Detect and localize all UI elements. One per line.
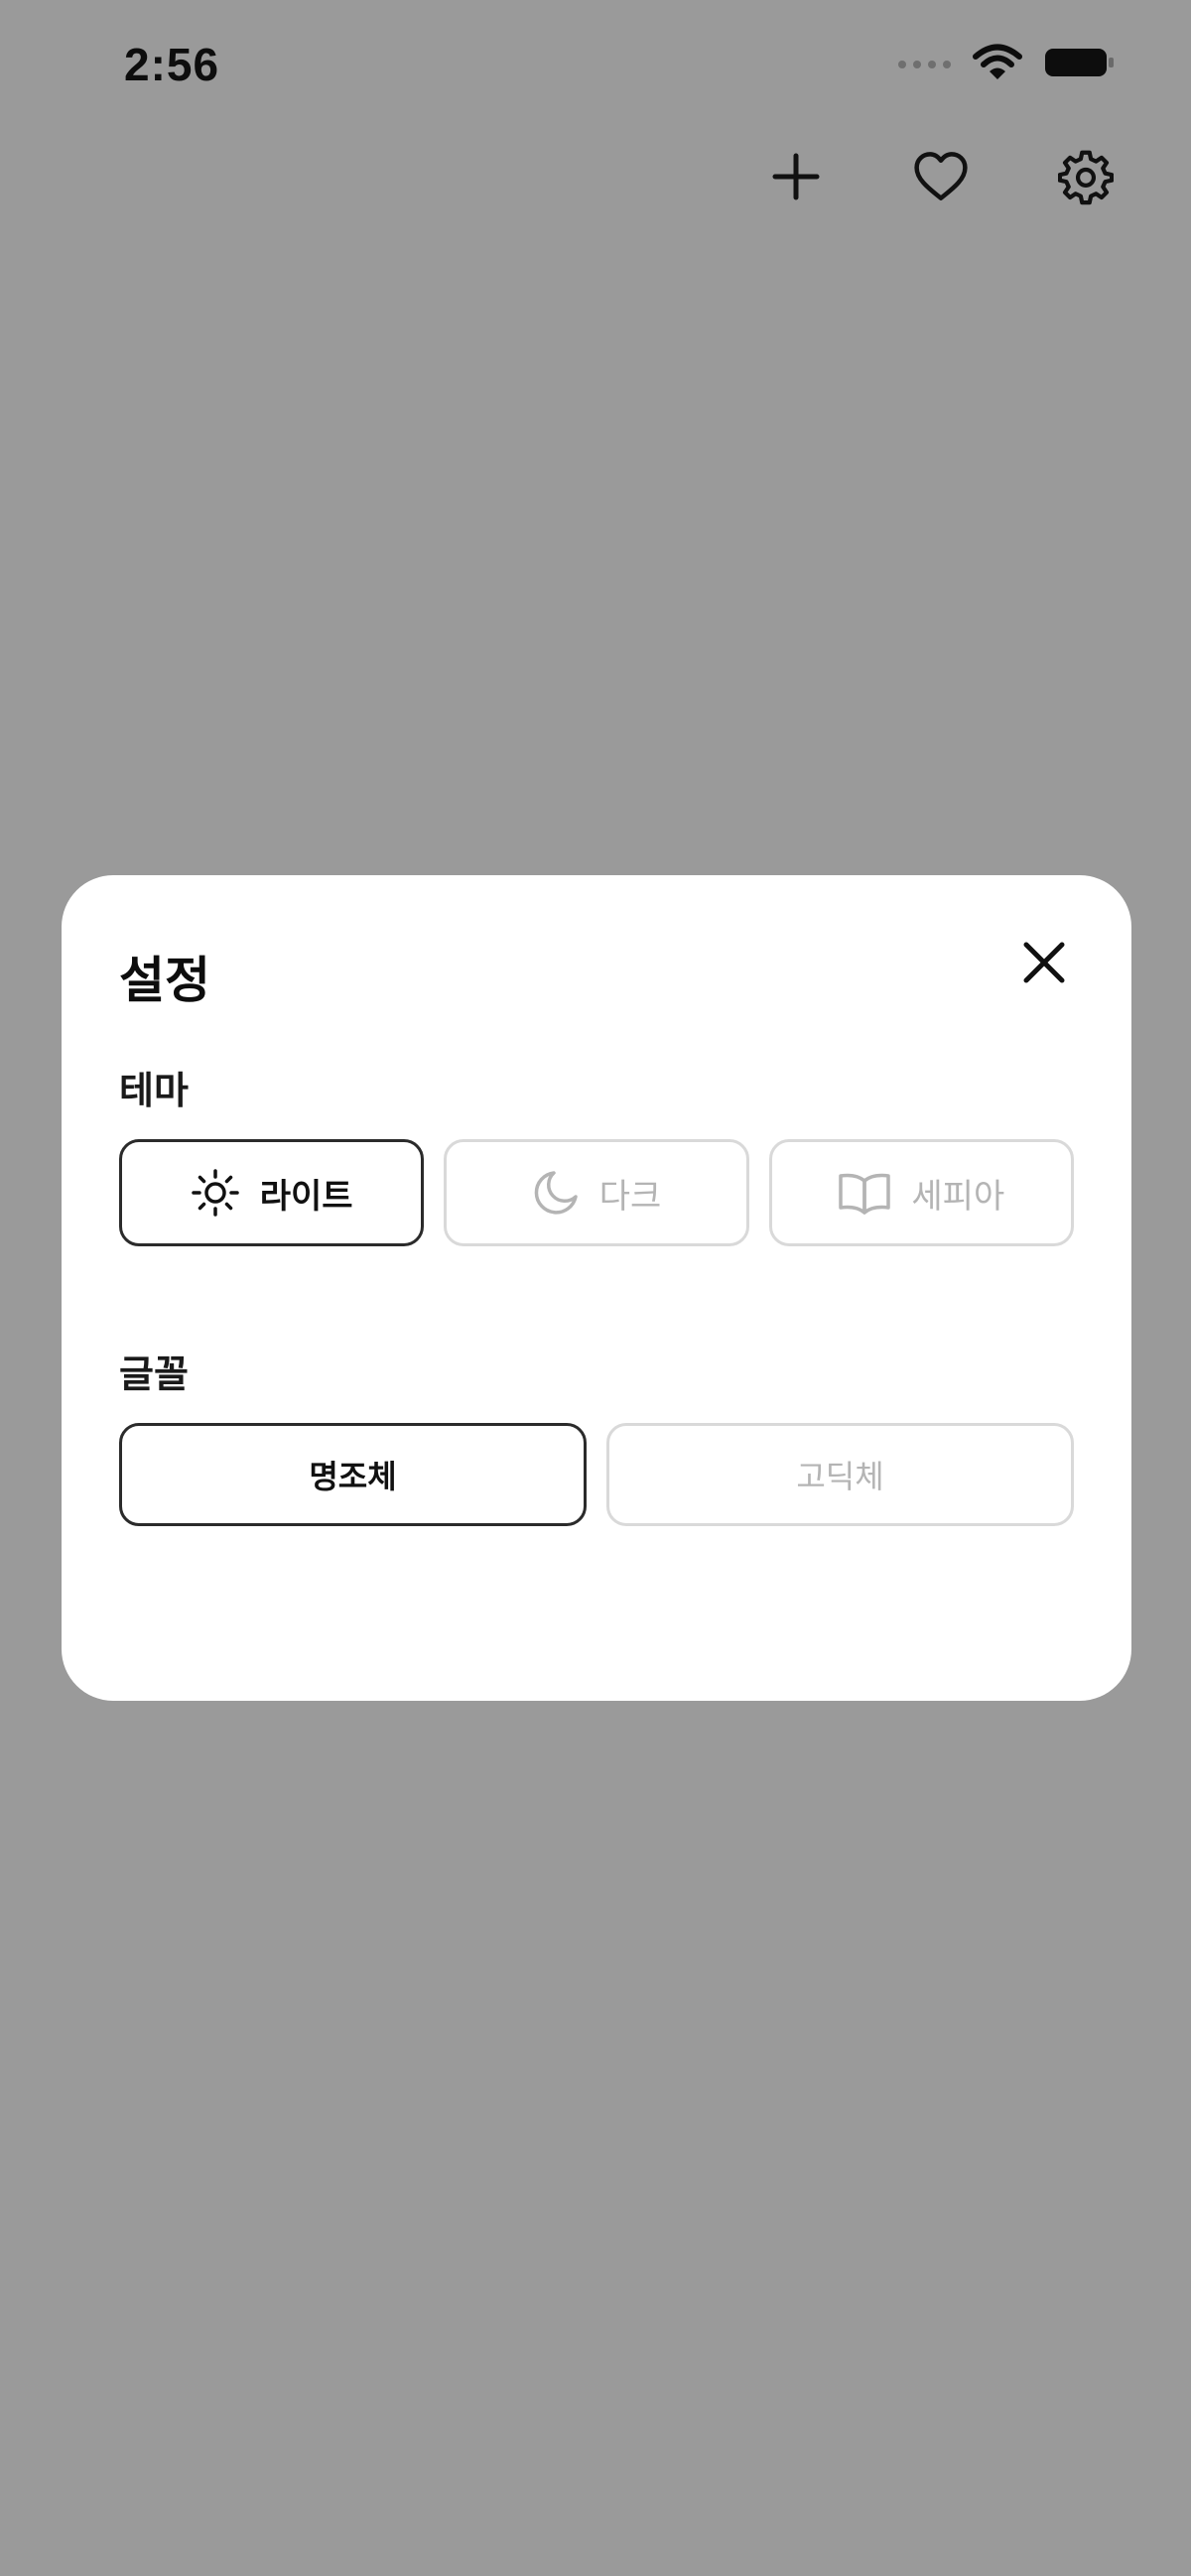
theme-dark-button[interactable]: 다크 [444,1139,749,1246]
theme-sepia-label: 세피아 [911,1176,1005,1217]
gear-icon [1058,150,1114,205]
plus-icon [772,153,820,200]
moon-icon [534,1171,578,1215]
modal-title: 설정 [119,952,210,1009]
theme-light-label: 라이트 [259,1176,353,1217]
sun-icon [191,1169,239,1217]
heart-icon [914,152,968,200]
status-time: 2:56 [124,39,220,90]
font-section-label: 글꼴 [119,1352,189,1396]
status-icons [898,44,1116,85]
theme-light-button[interactable]: 라이트 [119,1139,425,1246]
favorites-button[interactable] [913,149,969,204]
settings-button[interactable] [1058,149,1114,205]
theme-sepia-button[interactable]: 세피아 [768,1139,1074,1246]
font-myeongjo-label: 명조체 [309,1458,397,1495]
theme-options: 라이트 다크 세피아 [119,1139,1074,1246]
wifi-icon [973,44,1022,85]
add-button[interactable] [768,149,824,204]
top-toolbar [768,149,1114,205]
settings-modal: 설정 테마 라이트 다크 세피아 글꼴 명조체 고딕체 [62,875,1131,1701]
battery-icon [1044,46,1116,83]
font-options: 명조체 고딕체 [119,1423,1074,1526]
font-gothic-button[interactable]: 고딕체 [606,1423,1074,1526]
book-icon [839,1173,891,1215]
font-myeongjo-button[interactable]: 명조체 [119,1423,587,1526]
close-icon [1023,942,1065,983]
close-button[interactable] [1018,937,1070,988]
status-bar: 2:56 [0,0,1191,139]
signal-icon [898,61,951,68]
theme-section-label: 테마 [119,1069,189,1112]
font-gothic-label: 고딕체 [796,1458,884,1495]
theme-dark-label: 다크 [598,1176,662,1217]
